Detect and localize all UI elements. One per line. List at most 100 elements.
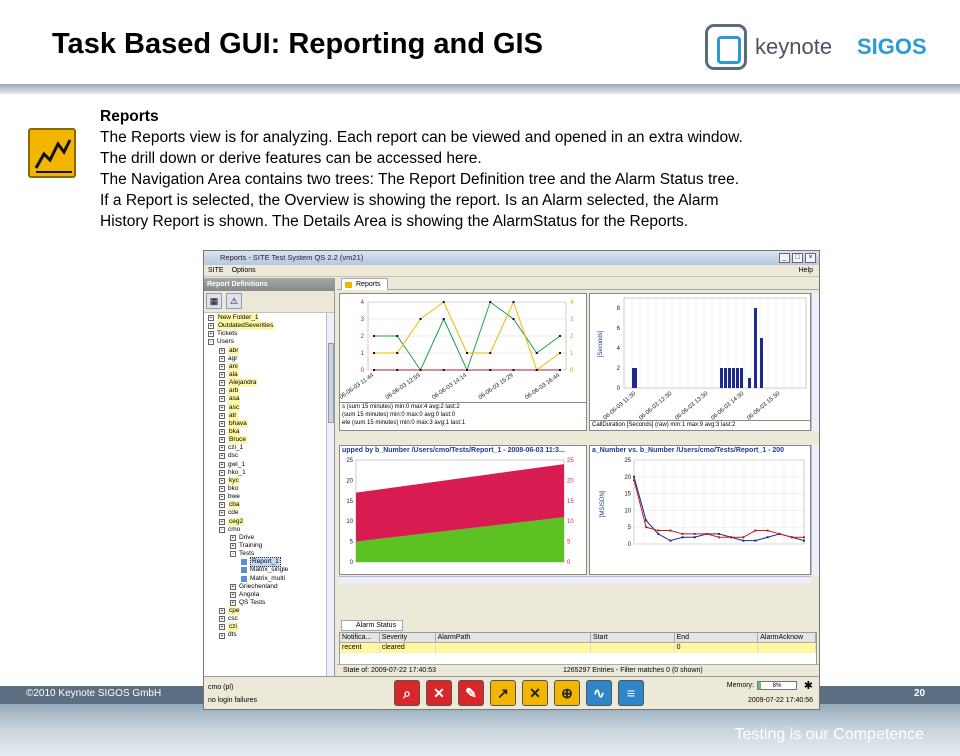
tree-item[interactable]: + ani xyxy=(204,362,334,371)
collapse-icon[interactable]: - xyxy=(219,526,225,533)
tree-scrollbar[interactable] xyxy=(326,313,334,676)
expand-icon[interactable]: + xyxy=(219,469,225,476)
expand-icon[interactable]: + xyxy=(219,486,225,493)
search-icon[interactable]: ⌕ xyxy=(394,680,420,706)
column-header[interactable]: AlarmPath xyxy=(435,633,591,643)
expand-icon[interactable]: + xyxy=(219,518,225,525)
database-icon[interactable]: ≡ xyxy=(618,680,644,706)
alarm-status-tree-button[interactable]: ⚠ xyxy=(226,293,242,309)
tree-item[interactable]: + ala xyxy=(204,370,334,380)
tree-item[interactable]: + czi xyxy=(204,623,334,632)
expand-icon[interactable]: + xyxy=(219,420,225,427)
expand-icon[interactable]: + xyxy=(230,599,236,606)
overview-hscrollbar[interactable] xyxy=(339,576,811,584)
tree-item[interactable]: + czi_1 xyxy=(204,444,334,452)
expand-icon[interactable]: + xyxy=(208,315,214,322)
tree-item[interactable]: + Alejandra xyxy=(204,379,334,388)
expand-icon[interactable]: + xyxy=(230,534,236,541)
tree-item[interactable]: + asa xyxy=(204,395,334,404)
column-header[interactable]: Severity xyxy=(379,633,436,643)
garbage-collect-icon[interactable]: ✱ xyxy=(804,679,813,692)
column-header[interactable]: AlarmAcknow xyxy=(758,633,816,643)
tree-item[interactable]: + Bruce xyxy=(204,436,334,445)
expand-icon[interactable]: + xyxy=(219,347,225,354)
tree-item[interactable]: + bhava xyxy=(204,419,334,428)
window-titlebar[interactable]: Reports - SITE Test System QS 2.2 (vm21)… xyxy=(204,251,819,265)
expand-icon[interactable]: + xyxy=(219,477,225,484)
expand-icon[interactable]: + xyxy=(219,632,225,639)
tree-item[interactable]: + Angola xyxy=(204,591,334,599)
expand-icon[interactable]: + xyxy=(219,355,225,362)
expand-icon[interactable]: + xyxy=(219,363,225,370)
expand-icon[interactable]: + xyxy=(219,461,225,468)
tree-item[interactable]: + Tickets xyxy=(204,330,334,338)
expand-icon[interactable]: + xyxy=(219,372,225,379)
menu-options[interactable]: Options xyxy=(232,265,256,276)
expand-icon[interactable]: + xyxy=(219,510,225,517)
tree-item[interactable]: + arb xyxy=(204,387,334,396)
tree-item[interactable]: + asc xyxy=(204,403,334,412)
reports-icon[interactable]: ↗ xyxy=(490,680,516,706)
expand-icon[interactable]: + xyxy=(219,502,225,509)
expand-icon[interactable]: + xyxy=(208,323,214,330)
edit-icon[interactable]: ✎ xyxy=(458,680,484,706)
tree-item[interactable]: - cmo xyxy=(204,526,334,534)
tree-item[interactable]: Report_1 xyxy=(204,557,334,568)
tree-item[interactable]: + New Folder_1 xyxy=(204,314,334,323)
column-header[interactable]: Notifica... xyxy=(340,633,380,643)
close-button[interactable]: × xyxy=(805,253,816,263)
menu-site[interactable]: SITE xyxy=(208,265,224,276)
expand-icon[interactable]: + xyxy=(219,404,225,411)
overview-scrollbar-bottom[interactable] xyxy=(811,445,819,575)
column-header[interactable]: Start xyxy=(590,633,675,643)
expand-icon[interactable]: + xyxy=(230,543,236,549)
globe-icon[interactable]: ⊕ xyxy=(554,680,580,706)
tree-item[interactable]: + bko xyxy=(204,485,334,493)
tree-item[interactable]: + agr xyxy=(204,355,334,363)
expand-icon[interactable]: + xyxy=(208,331,214,338)
tree-item[interactable]: - Users xyxy=(204,338,334,346)
column-header[interactable]: End xyxy=(674,633,759,643)
expand-icon[interactable]: + xyxy=(219,396,225,403)
tree-item[interactable]: + dts xyxy=(204,631,334,639)
settings-tools-icon[interactable]: ✕ xyxy=(522,680,548,706)
table-row[interactable]: recent cleared 0 xyxy=(340,643,816,653)
tree-item[interactable]: + cba xyxy=(204,501,334,510)
tree-item[interactable]: Matrix_multi xyxy=(204,575,334,583)
expand-icon[interactable]: + xyxy=(219,453,225,460)
tree-item[interactable]: + csc xyxy=(204,615,334,623)
expand-icon[interactable]: + xyxy=(219,494,225,501)
maximize-button[interactable]: □ xyxy=(792,253,803,263)
expand-icon[interactable]: + xyxy=(219,429,225,436)
minimize-button[interactable]: _ xyxy=(779,253,790,263)
tree-item[interactable]: + bka xyxy=(204,427,334,437)
tree-item[interactable]: + bwe xyxy=(204,493,334,501)
tree-item[interactable]: + atr xyxy=(204,411,334,420)
expand-icon[interactable]: + xyxy=(219,388,225,395)
tree-item[interactable]: + hko_1 xyxy=(204,469,334,477)
tree-item[interactable]: Matrix_single xyxy=(204,566,334,574)
monitor-icon[interactable]: ∿ xyxy=(586,680,612,706)
tree-item[interactable]: + gwi_1 xyxy=(204,461,334,469)
report-definition-tree-button[interactable]: ▦ xyxy=(206,293,222,309)
tree-item[interactable]: + Drive xyxy=(204,534,334,542)
tree-item[interactable]: + QS Tests xyxy=(204,599,334,607)
tree-item[interactable]: + dsc xyxy=(204,452,334,460)
tab-alarm-status[interactable]: Alarm Status xyxy=(341,620,404,631)
tree-item[interactable]: + Training xyxy=(204,542,334,550)
expand-icon[interactable]: + xyxy=(219,380,225,387)
expand-icon[interactable]: + xyxy=(230,591,236,598)
expand-icon[interactable]: + xyxy=(230,583,236,590)
expand-icon[interactable]: + xyxy=(219,616,225,623)
tree-item[interactable]: + kyc xyxy=(204,476,334,485)
tree-item[interactable]: + cde xyxy=(204,509,334,517)
collapse-icon[interactable]: - xyxy=(230,551,236,558)
tab-reports[interactable]: Reports xyxy=(341,278,388,290)
tree-scroll-thumb[interactable] xyxy=(328,343,334,423)
tools-icon[interactable]: ✕ xyxy=(426,680,452,706)
tree-item[interactable]: + Griechenland xyxy=(204,583,334,591)
expand-icon[interactable]: + xyxy=(219,412,225,419)
expand-icon[interactable]: + xyxy=(219,437,225,444)
tree-item[interactable]: + cpe xyxy=(204,607,334,616)
tree-item[interactable]: + OutdatedSeverities xyxy=(204,322,334,331)
